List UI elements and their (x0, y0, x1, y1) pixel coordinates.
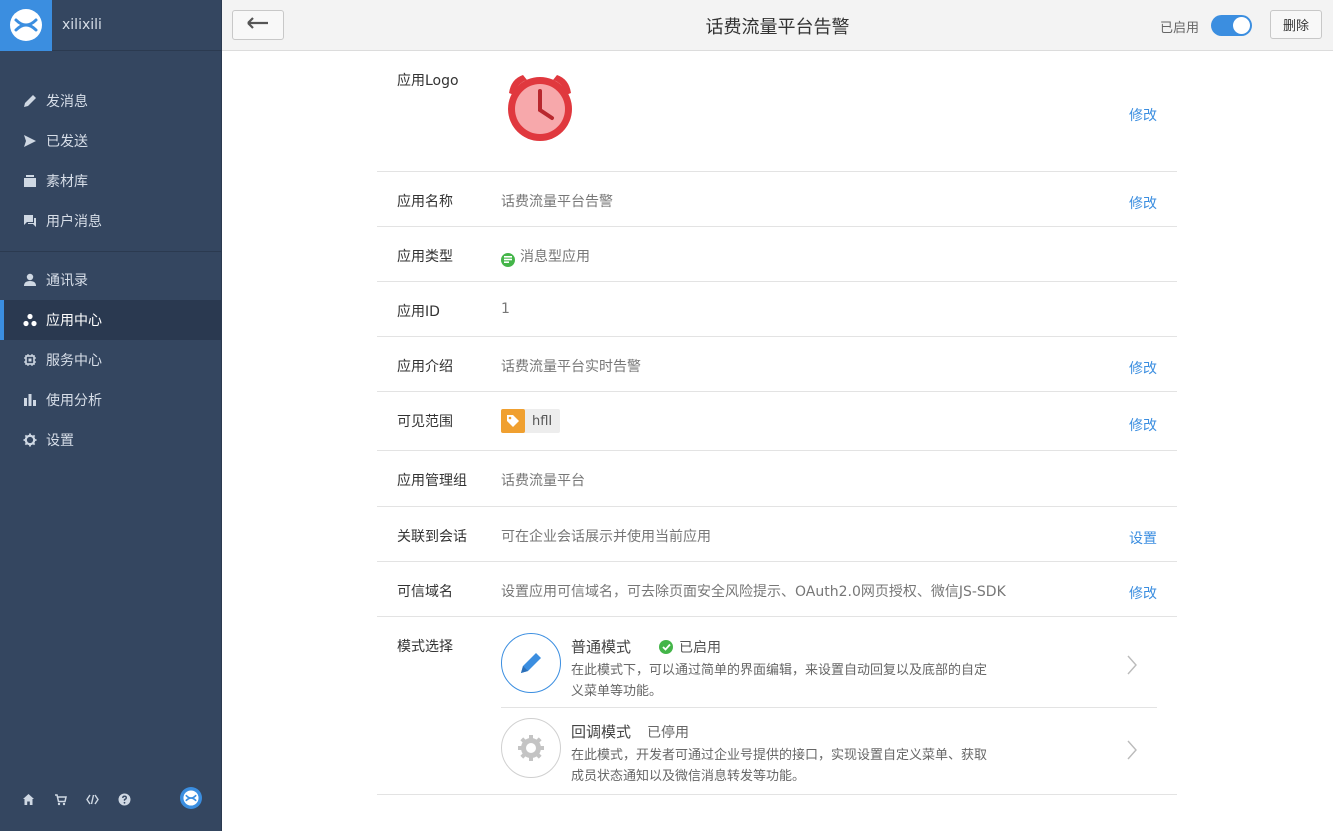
row-label: 应用管理组 (397, 473, 467, 489)
nav-item-service-center[interactable]: 服务中心 (0, 340, 221, 380)
nav-item-label: 素材库 (46, 174, 88, 190)
row-label: 模式选择 (397, 639, 453, 655)
cart-icon[interactable] (52, 791, 68, 807)
nav-group-management: 通讯录 应用中心 服务中心 使用分析 设置 (0, 252, 221, 460)
row-label: 应用介绍 (397, 359, 453, 375)
nav-item-label: 设置 (46, 433, 74, 449)
code-icon[interactable] (84, 791, 100, 807)
page-header: 话费流量平台告警 已启用 删除 (222, 0, 1333, 51)
app-intro-value: 话费流量平台实时告警 (501, 359, 641, 375)
row-label: 应用类型 (397, 249, 453, 265)
trusted-domain-value: 设置应用可信域名，可去除页面安全风险提示、OAuth2.0网页授权、微信JS-S… (501, 584, 1006, 600)
edit-name-link[interactable]: 修改 (1129, 193, 1157, 213)
message-type-icon (501, 252, 515, 267)
edit-intro-link[interactable]: 修改 (1129, 358, 1157, 378)
row-label: 应用Logo (397, 73, 459, 89)
sidebar-footer (0, 785, 222, 813)
row-app-name: 应用名称 话费流量平台告警 修改 (377, 172, 1177, 227)
nav-item-label: 服务中心 (46, 353, 102, 369)
archive-icon (22, 173, 38, 189)
sidebar: xilixili 发消息 已发送 素材库 用户消息 通讯录 应用中心 服务中心 … (0, 0, 222, 831)
gear-icon (501, 718, 561, 778)
nav-item-send-message[interactable]: 发消息 (0, 81, 221, 121)
brand-bar: xilixili (0, 0, 221, 51)
row-label: 可信域名 (397, 584, 453, 600)
user-icon (22, 272, 38, 288)
nav-item-label: 应用中心 (46, 313, 102, 329)
apps-icon (22, 312, 38, 328)
chip-icon (22, 352, 38, 368)
app-status-label: 已启用 (1160, 21, 1200, 36)
admin-group-value: 话费流量平台 (501, 473, 585, 489)
edit-mode-icon (501, 633, 561, 693)
app-id-value: 1 (501, 301, 510, 317)
nav-item-contacts[interactable]: 通讯录 (0, 260, 221, 300)
callback-mode-description: 在此模式，开发者可通过企业号提供的接口，实现设置自定义菜单、获取成员状态通知以及… (571, 748, 988, 784)
normal-mode-title: 普通模式 (571, 638, 632, 656)
nav-item-analytics[interactable]: 使用分析 (0, 380, 221, 420)
normal-mode-description: 在此模式下，可以通过简单的界面编辑，来设置自动回复以及底部的自定义菜单等功能。 (571, 663, 988, 699)
row-label: 关联到会话 (397, 529, 467, 545)
row-visible-scope: 可见范围 hflI 修改 (377, 392, 1177, 451)
row-label: 应用名称 (397, 194, 453, 210)
app-type-text: 消息型应用 (520, 249, 590, 265)
callback-mode-option[interactable]: 回调模式 已停用 在此模式，开发者可通过企业号提供的接口，实现设置自定义菜单、获… (501, 708, 1157, 793)
callback-mode-status: 已停用 (647, 725, 689, 741)
delete-button[interactable]: 删除 (1270, 10, 1322, 39)
scope-tag-label: hflI (532, 413, 553, 429)
tag-icon (501, 409, 525, 433)
session-settings-link[interactable]: 设置 (1129, 528, 1157, 548)
check-icon (659, 640, 673, 654)
app-type-value: 消息型应用 (501, 246, 590, 267)
normal-mode-status: 已启用 (659, 637, 721, 657)
nav-item-settings[interactable]: 设置 (0, 420, 221, 460)
home-icon[interactable] (20, 791, 36, 807)
row-admin-group: 应用管理组 话费流量平台 (377, 451, 1177, 507)
nav-item-label: 发消息 (46, 94, 88, 110)
row-label: 可见范围 (397, 414, 453, 430)
chat-icon (22, 213, 38, 229)
avatar[interactable] (180, 787, 202, 809)
row-app-intro: 应用介绍 话费流量平台实时告警 修改 (377, 337, 1177, 392)
row-app-type: 应用类型 消息型应用 (377, 227, 1177, 282)
edit-scope-link[interactable]: 修改 (1129, 415, 1157, 435)
row-session-link: 关联到会话 可在企业会话展示并使用当前应用 设置 (377, 507, 1177, 562)
scope-tag[interactable]: hflI (501, 409, 561, 433)
org-name: xilixili (62, 17, 102, 33)
chevron-right-icon[interactable] (1127, 740, 1137, 764)
alarm-clock-icon (505, 71, 575, 143)
app-name-value: 话费流量平台告警 (501, 194, 613, 210)
callback-mode-title: 回调模式 (571, 723, 632, 741)
app-enable-toggle[interactable] (1211, 15, 1252, 36)
normal-mode-option[interactable]: 普通模式 已启用 在此模式下，可以通过简单的界面编辑，来设置自动回复以及底部的自… (501, 623, 1157, 708)
edit-logo-link[interactable]: 修改 (1129, 105, 1157, 125)
row-label: 应用ID (397, 304, 440, 320)
nav-item-sent[interactable]: 已发送 (0, 121, 221, 161)
nav-group-messages: 发消息 已发送 素材库 用户消息 (0, 51, 221, 252)
nav-item-label: 已发送 (46, 134, 88, 150)
row-logo: 应用Logo 修改 (377, 51, 1177, 172)
status-text: 已启用 (679, 640, 721, 656)
nav-item-label: 使用分析 (46, 393, 102, 409)
nav-item-label: 用户消息 (46, 214, 102, 230)
org-logo[interactable] (0, 0, 52, 51)
nav-item-label: 通讯录 (46, 273, 88, 289)
pencil-icon (22, 93, 38, 109)
row-trusted-domain: 可信域名 设置应用可信域名，可去除页面安全风险提示、OAuth2.0网页授权、微… (377, 562, 1177, 617)
nav-item-user-messages[interactable]: 用户消息 (0, 201, 221, 241)
edit-domain-link[interactable]: 修改 (1129, 583, 1157, 603)
help-icon[interactable] (116, 791, 132, 807)
nav-item-library[interactable]: 素材库 (0, 161, 221, 201)
send-icon (22, 133, 38, 149)
row-mode-select: 模式选择 普通模式 已启用 在此模式下，可以通过简单的界面编辑，来设置自动回复以… (377, 617, 1177, 795)
nav-item-app-center[interactable]: 应用中心 (0, 300, 221, 340)
bar-chart-icon (22, 392, 38, 408)
gear-icon (22, 432, 38, 448)
chevron-right-icon[interactable] (1127, 655, 1137, 679)
row-app-id: 应用ID 1 (377, 282, 1177, 337)
app-detail-panel: 应用Logo 修改 应用名称 话费流量平台告警 修改 应用类型 消息型应用 应用… (377, 51, 1177, 795)
session-link-value: 可在企业会话展示并使用当前应用 (501, 529, 711, 545)
